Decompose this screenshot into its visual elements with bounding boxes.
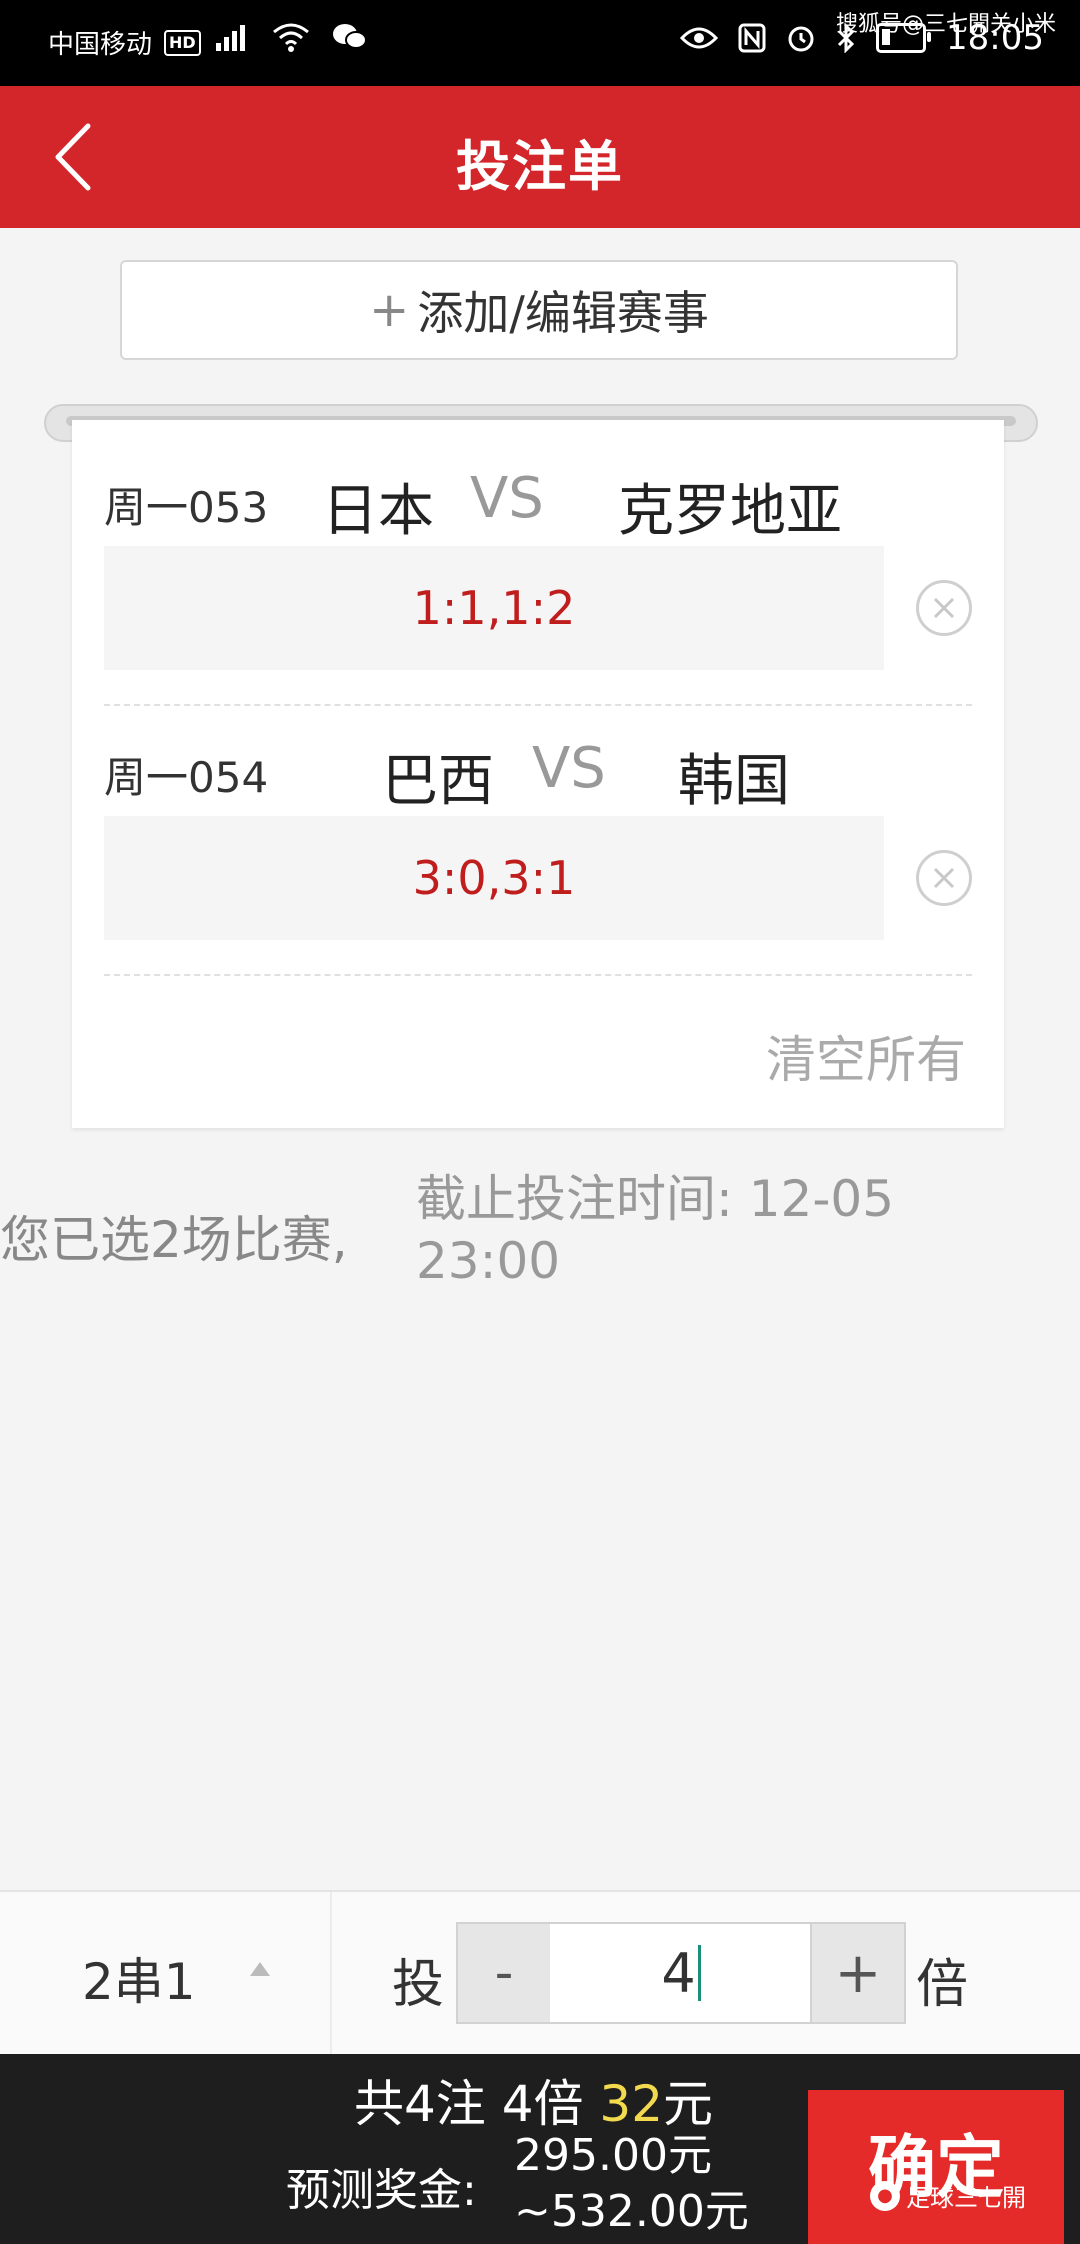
- multiple-unit-label: 倍: [916, 1955, 969, 2015]
- summary-prefix: 共4注 4倍: [354, 2075, 600, 2133]
- title-bar: 投注单: [0, 86, 1080, 228]
- picks-box[interactable]: 3:0,3:1: [104, 816, 884, 940]
- prize-max: ~532.00元: [514, 2186, 749, 2237]
- control-separator: [330, 1892, 332, 2056]
- away-team: 韩国: [678, 749, 790, 814]
- clear-all-button[interactable]: 清空所有: [766, 1020, 966, 1092]
- bluetooth-icon: [837, 23, 855, 53]
- carrier-name: 中国移动: [48, 30, 153, 60]
- match-item: 周一053 日本 VS 克罗地亚 1:1,1:2: [104, 456, 972, 706]
- dropdown-arrow-icon: [250, 1962, 270, 1976]
- bet-summary: 共4注 4倍 32元: [354, 2064, 713, 2136]
- bet-slip: 周一053 日本 VS 克罗地亚 1:1,1:2 周一054 巴西 VS 韩国 …: [72, 420, 1004, 1128]
- watermark-text: 足球三七開: [906, 2184, 1026, 2212]
- close-icon: [933, 597, 955, 619]
- watermark-bottom: ● 足球三七開: [870, 2178, 1026, 2213]
- text-cursor: [697, 1945, 701, 2001]
- ticket-serrated-edge: [72, 1118, 1004, 1134]
- wechat-icon: [333, 24, 367, 49]
- footer-bar: 共4注 4倍 32元 预测奖金: 295.00元 ~532.00元 确定 ● 足…: [0, 2054, 1080, 2244]
- close-icon: [933, 867, 955, 889]
- deadline-text: 截止投注时间: 12-05 23:00: [416, 1168, 976, 1292]
- summary-unit: 元: [663, 2075, 714, 2133]
- status-right: 18:05: [680, 18, 1044, 58]
- battery-icon: [876, 23, 932, 53]
- hd-badge: HD: [164, 29, 201, 56]
- clock-time: 18:05: [946, 18, 1044, 58]
- prize-label: 预测奖金:: [286, 2165, 477, 2216]
- divider: [104, 704, 972, 706]
- selected-count-text: 您已选2场比赛,: [0, 1211, 348, 1269]
- picks-value: 1:1,1:2: [412, 581, 576, 635]
- signal-icon: [216, 25, 245, 51]
- wifi-icon: [273, 23, 309, 52]
- add-edit-matches-button[interactable]: + 添加/编辑赛事: [120, 260, 958, 360]
- vs-label: VS: [470, 466, 544, 531]
- vs-label: VS: [532, 736, 606, 801]
- picks-value: 3:0,3:1: [412, 851, 576, 905]
- prize-range: 295.00元 ~532.00元: [514, 2128, 749, 2240]
- combo-type-select[interactable]: 2串1: [82, 1942, 196, 2014]
- carrier-info: 中国移动 HD: [48, 24, 201, 61]
- deadline-line-2: 23:00: [416, 1232, 561, 1290]
- match-code: 周一054: [104, 753, 269, 802]
- nfc-icon: [738, 23, 766, 53]
- alarm-icon: [788, 26, 814, 52]
- page-title: 投注单: [456, 135, 624, 198]
- picks-box[interactable]: 1:1,1:2: [104, 546, 884, 670]
- prize-min: 295.00元: [514, 2130, 712, 2181]
- eye-icon: [680, 27, 719, 49]
- deadline-line-1: 截止投注时间: 12-05: [416, 1170, 895, 1228]
- divider: [104, 974, 972, 976]
- match-header: 周一053 日本 VS 克罗地亚: [104, 456, 972, 544]
- status-bar: 中国移动 HD 搜狐号@三七開关小米 18:05: [0, 0, 1080, 86]
- home-team: 日本: [322, 479, 434, 544]
- match-item: 周一054 巴西 VS 韩国 3:0,3:1: [104, 726, 972, 976]
- multiple-increase-button[interactable]: +: [810, 1922, 906, 2024]
- multiple-input[interactable]: 4: [550, 1922, 812, 2024]
- match-header: 周一054 巴西 VS 韩国: [104, 726, 972, 814]
- connectivity-icons: [216, 22, 368, 52]
- add-edit-matches-label: 添加/编辑赛事: [417, 286, 709, 340]
- home-team: 巴西: [382, 749, 494, 814]
- match-code: 周一053: [104, 483, 269, 532]
- remove-match-button[interactable]: [916, 850, 972, 906]
- multiple-value: 4: [661, 1941, 696, 2005]
- plus-icon: +: [369, 282, 410, 338]
- remove-match-button[interactable]: [916, 580, 972, 636]
- multiple-decrease-button[interactable]: -: [456, 1922, 552, 2024]
- wechat-logo-icon: ●: [870, 2180, 900, 2211]
- bet-label: 投: [392, 1955, 445, 2015]
- summary-amount: 32: [599, 2075, 664, 2133]
- away-team: 克罗地亚: [618, 479, 842, 544]
- confirm-button[interactable]: 确定: [808, 2090, 1064, 2244]
- bet-controls: 2串1 投 - 4 + 倍: [0, 1890, 1080, 2056]
